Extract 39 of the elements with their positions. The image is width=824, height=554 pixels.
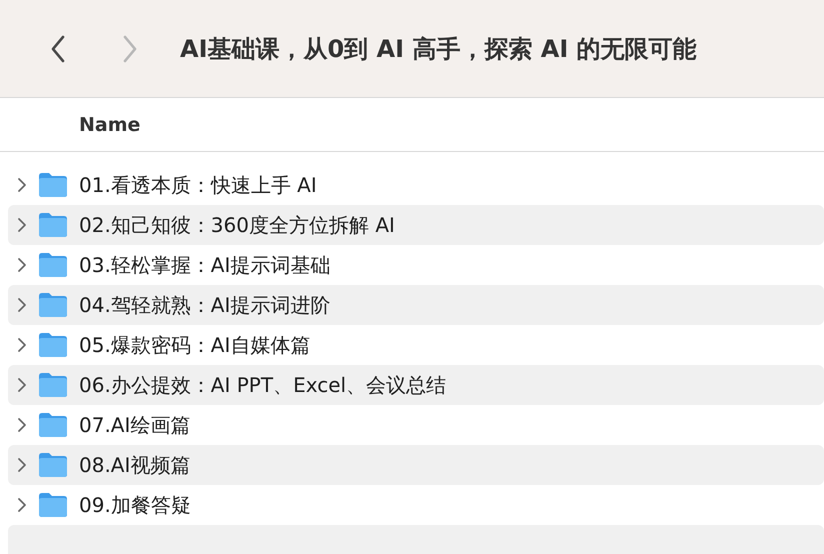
folder-icon	[38, 412, 68, 438]
disclosure-chevron-icon[interactable]	[16, 297, 28, 313]
folder-icon	[38, 292, 68, 318]
folder-name: 01.看透本质：快速上手 AI	[79, 172, 317, 198]
folder-row[interactable]: 09.加餐答疑	[8, 485, 824, 525]
folder-name: 05.爆款密码：AI自媒体篇	[79, 332, 310, 358]
folder-name: 02.知己知彼：360度全方位拆解 AI	[79, 212, 395, 238]
folder-icon	[38, 372, 68, 398]
folder-icon	[38, 452, 68, 478]
folder-row[interactable]: 05.爆款密码：AI自媒体篇	[8, 325, 824, 365]
disclosure-chevron-icon[interactable]	[16, 497, 28, 513]
disclosure-chevron-icon[interactable]	[16, 257, 28, 273]
folder-name: 04.驾轻就熟：AI提示词进阶	[79, 292, 330, 318]
window-title: AI基础课，从0到 AI 高手，探索 AI 的无限可能	[180, 34, 697, 64]
folder-name: 09.加餐答疑	[79, 492, 191, 518]
disclosure-chevron-icon[interactable]	[16, 457, 28, 473]
back-chevron-icon[interactable]	[50, 34, 66, 62]
column-header[interactable]: Name	[79, 114, 140, 136]
folder-row[interactable]: 02.知己知彼：360度全方位拆解 AI	[8, 205, 824, 245]
folder-row[interactable]: 04.驾轻就熟：AI提示词进阶	[8, 285, 824, 325]
folder-name: 06.办公提效：AI PPT、Excel、会议总结	[79, 372, 446, 398]
folder-name: 08.AI视频篇	[79, 452, 190, 478]
folder-row[interactable]: 08.AI视频篇	[8, 445, 824, 485]
disclosure-chevron-icon[interactable]	[16, 337, 28, 353]
folder-row[interactable]: 03.轻松掌握：AI提示词基础	[8, 245, 824, 285]
folder-icon	[38, 172, 68, 198]
folder-name: 03.轻松掌握：AI提示词基础	[79, 252, 330, 278]
folder-name: 07.AI绘画篇	[79, 412, 190, 438]
disclosure-chevron-icon[interactable]	[16, 417, 28, 433]
folder-row[interactable]: 07.AI绘画篇	[8, 405, 824, 445]
disclosure-chevron-icon[interactable]	[16, 377, 28, 393]
folder-row[interactable]: 06.办公提效：AI PPT、Excel、会议总结	[8, 365, 824, 405]
disclosure-chevron-icon[interactable]	[16, 217, 28, 233]
folder-icon	[38, 332, 68, 358]
folder-icon	[38, 492, 68, 518]
folder-icon	[38, 212, 68, 238]
folder-row[interactable]: 01.看透本质：快速上手 AI	[8, 165, 824, 205]
disclosure-chevron-icon[interactable]	[16, 177, 28, 193]
folder-icon	[38, 252, 68, 278]
